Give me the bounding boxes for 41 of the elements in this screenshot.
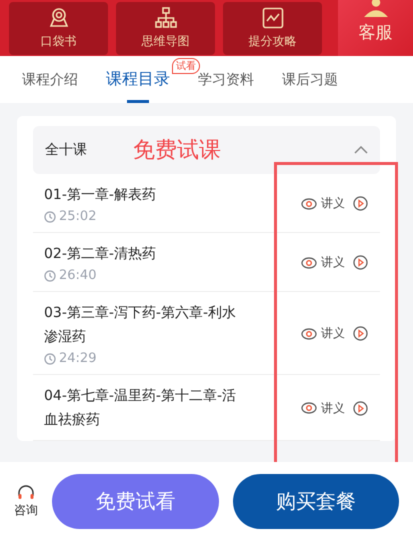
tab[interactable]: 课程介绍 (22, 56, 78, 103)
tab[interactable]: 课后习题 (282, 56, 338, 103)
notes-link[interactable]: 讲义 (321, 325, 345, 342)
notes-link[interactable]: 讲义 (321, 254, 345, 271)
tool-button[interactable]: 提分攻略 (223, 2, 322, 55)
lesson-title[interactable]: 04-第七章-温里药-第十二章-活血祛瘀药 (44, 384, 244, 432)
lesson-title[interactable]: 03-第三章-泻下药-第六章-利水渗湿药 (44, 301, 244, 349)
lesson-duration: 24:29 (44, 351, 301, 366)
clock-icon (44, 270, 56, 282)
play-icon[interactable] (353, 326, 368, 341)
lesson-title[interactable]: 02-第二章-清热药 (44, 242, 244, 266)
trial-badge: 试看 (172, 58, 200, 74)
eye-icon[interactable] (301, 328, 317, 340)
lesson-title[interactable]: 01-第一章-解表药 (44, 183, 244, 207)
buy-package-button[interactable]: 购买套餐 (232, 474, 399, 528)
award-icon (48, 7, 70, 29)
tool-button[interactable]: 口袋书 (9, 2, 108, 55)
clock-icon (44, 210, 56, 222)
eye-icon[interactable] (301, 256, 317, 268)
group-title: 全十课 (45, 141, 87, 159)
chart-icon (262, 7, 284, 29)
annotation-text: 免费试课 (133, 137, 221, 165)
group-header[interactable]: 全十课 免费试课 (33, 126, 380, 174)
tool-button[interactable]: 思维导图 (116, 2, 215, 55)
play-icon[interactable] (353, 196, 368, 211)
service-button[interactable]: 客服 (338, 0, 413, 56)
notes-link[interactable]: 讲义 (321, 400, 345, 416)
clock-icon (44, 352, 56, 364)
eye-icon[interactable] (301, 198, 317, 210)
lesson-duration: 26:40 (44, 268, 301, 283)
play-icon[interactable] (353, 255, 368, 270)
chevron-up-icon[interactable] (354, 146, 368, 154)
consult-button[interactable]: 咨询 (14, 484, 38, 518)
free-trial-button[interactable]: 免费试看 (52, 474, 218, 528)
eye-icon[interactable] (301, 402, 317, 414)
play-icon[interactable] (353, 400, 368, 416)
tab[interactable]: 学习资料 (198, 56, 254, 103)
headphones-icon (17, 484, 35, 500)
hierarchy-icon (154, 7, 176, 29)
lesson-duration: 25:02 (44, 209, 301, 224)
notes-link[interactable]: 讲义 (321, 195, 345, 212)
